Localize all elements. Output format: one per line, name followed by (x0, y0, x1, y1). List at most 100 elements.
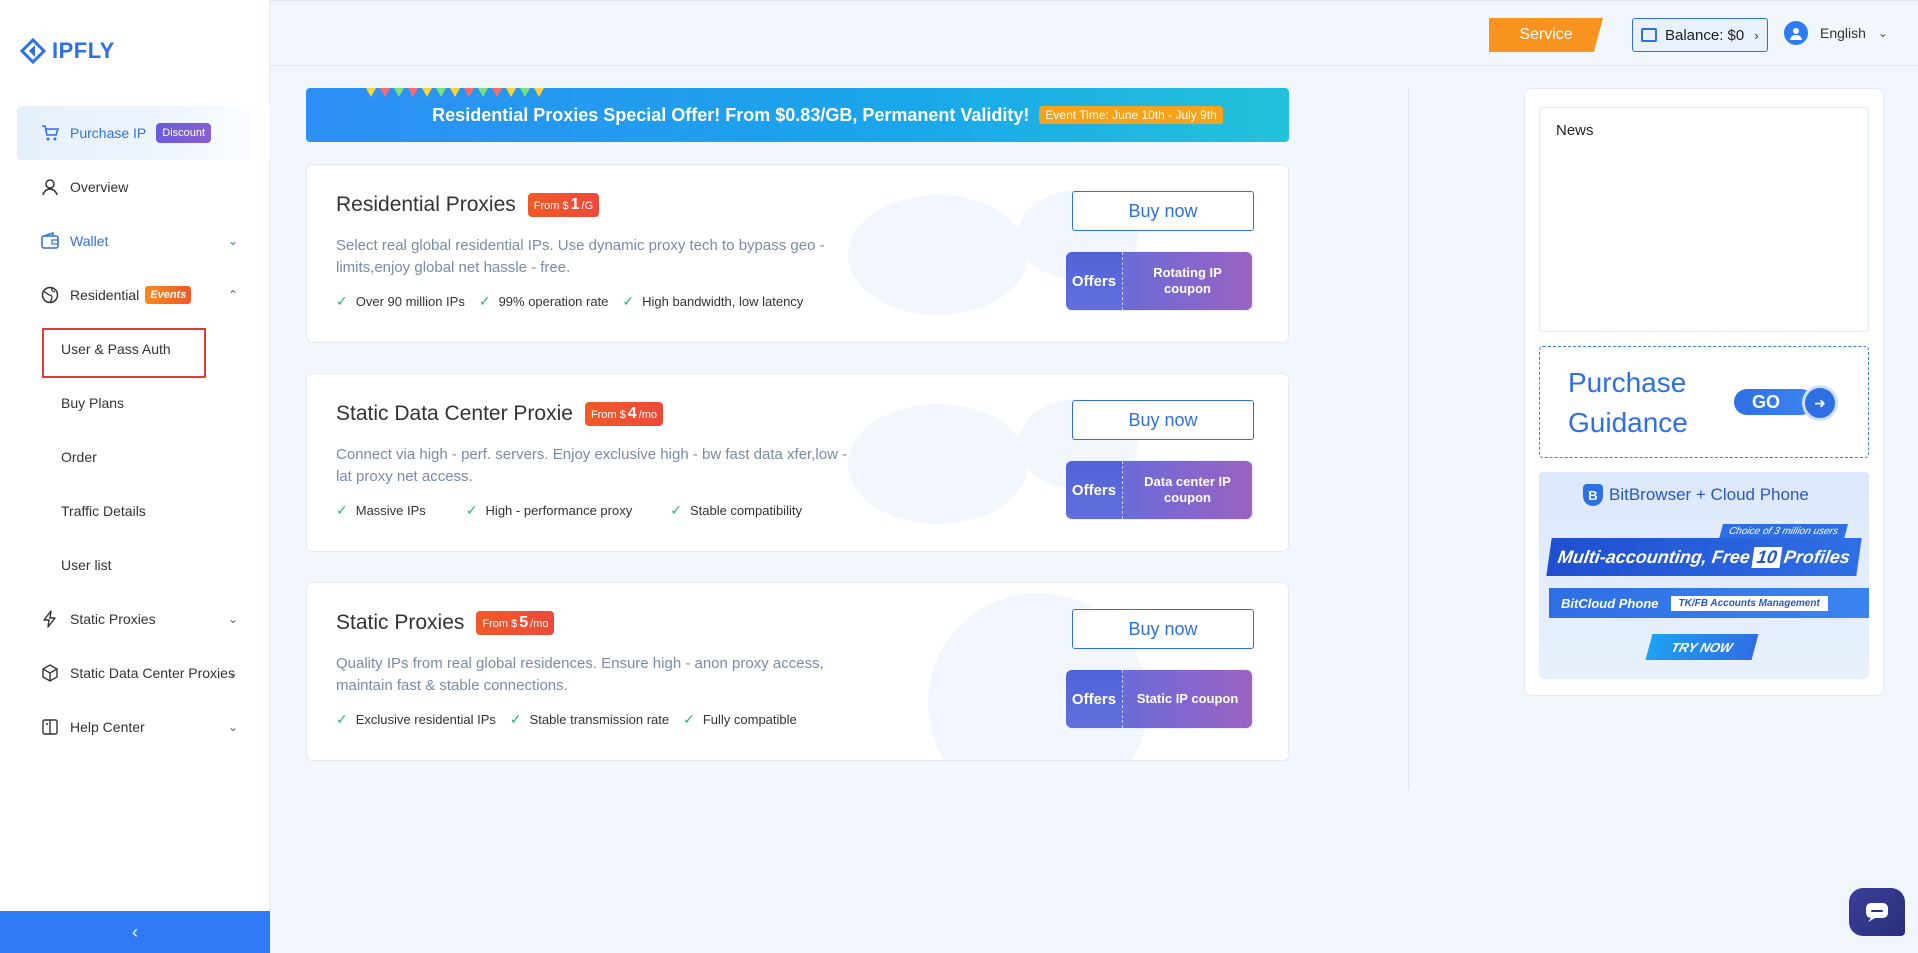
ad-headline-text: Multi-accounting, Free (1556, 546, 1752, 567)
product-card-static-data-center: Static Data Center Proxie From $4/mo Con… (306, 373, 1289, 552)
coupon-button[interactable]: Offers Data center IP coupon (1066, 461, 1252, 519)
column-divider (1408, 88, 1409, 790)
product-card-static: Static Proxies From $5/mo Quality IPs fr… (306, 582, 1289, 761)
sidebar-item-wallet[interactable]: Wallet ⌄ (0, 214, 270, 268)
check-icon: ✓ (336, 502, 348, 518)
top-header: Service Balance: $0 › English ⌄ (270, 0, 1918, 66)
logo[interactable]: IPFLY (20, 38, 115, 64)
product-description: Quality IPs from real global residences.… (336, 655, 824, 694)
sidebar-subitem-user-list[interactable]: User list (0, 538, 270, 592)
sidebar-item-static-proxies[interactable]: Static Proxies ⌄ (0, 592, 270, 646)
sidebar-item-residential[interactable]: Residential Events ⌃ (0, 268, 270, 322)
buy-now-button[interactable]: Buy now (1072, 609, 1254, 649)
sidebar-subitem-traffic-details[interactable]: Traffic Details (0, 484, 270, 538)
check-icon: ✓ (622, 293, 635, 309)
product-title: Residential Proxies From $1/G (336, 193, 600, 217)
ad-subline: BitCloud Phone TK/FB Accounts Management (1549, 588, 1869, 618)
price-value: 5 (519, 614, 529, 631)
bitbrowser-ad[interactable]: B BitBrowser + Cloud Phone Choice of 3 m… (1539, 472, 1869, 679)
ad-brand-label: BitBrowser + Cloud Phone (1609, 485, 1809, 504)
language-selector[interactable]: English ⌄ (1784, 21, 1888, 45)
feature-label: Massive IPs (355, 503, 426, 518)
chevron-right-icon: › (1754, 27, 1759, 43)
product-title: Static Proxies From $5/mo (336, 611, 555, 635)
balance-button[interactable]: Balance: $0 › (1632, 18, 1768, 52)
ad-tagline: Choice of 3 million users (1718, 524, 1848, 539)
book-icon (40, 717, 60, 737)
sidebar-nav: Purchase IP Discount Overview Wallet ⌄ R… (0, 106, 270, 754)
user-icon (40, 177, 60, 197)
feature-item: ✓ Fully compatible (683, 711, 797, 728)
buy-now-button[interactable]: Buy now (1072, 400, 1254, 440)
logo-text: IPFLY (52, 38, 115, 63)
promo-banner[interactable]: Residential Proxies Special Offer! From … (306, 88, 1289, 142)
price-value: 1 (570, 196, 580, 213)
sidebar-item-static-data-center-proxies[interactable]: Static Data Center Proxies ⌄ (0, 646, 270, 700)
feature-list: ✓ Over 90 million IPs ✓ 99% operation rate… (336, 293, 817, 310)
product-description: Connect via high - perf. servers. Enjoy … (336, 446, 848, 485)
check-icon: ✓ (336, 711, 348, 727)
feature-list: ✓ Exclusive residential IPs ✓ Stable trans… (336, 711, 811, 728)
check-icon: ✓ (683, 711, 695, 727)
globe-icon (40, 285, 60, 305)
price-unit: /mo (530, 618, 549, 630)
language-label: English (1820, 25, 1866, 41)
sidebar-subitem-user-pass-auth[interactable]: User & Pass Auth (0, 322, 270, 378)
user-avatar-icon (1784, 21, 1808, 45)
coupon-button[interactable]: Offers Static IP coupon (1066, 670, 1252, 728)
check-icon: ✓ (670, 502, 682, 518)
cube-icon (40, 663, 60, 683)
product-name: Static Data Center Proxie (336, 402, 573, 425)
feature-label: High - performance proxy (485, 503, 633, 518)
chevron-left-icon: ‹ (132, 921, 138, 942)
feature-label: 99% operation rate (498, 294, 609, 309)
sidebar-item-label: Help Center (70, 719, 145, 735)
service-button[interactable]: Service (1489, 18, 1603, 52)
sidebar-subitem-order[interactable]: Order (0, 430, 270, 484)
coupon-label: Rotating IP coupon (1123, 252, 1252, 310)
chevron-down-icon: ⌄ (227, 234, 238, 248)
sidebar-item-label: Static Data Center Proxies (70, 665, 235, 681)
right-panel: News Purchase Guidance GO ➜ B BitBrowser… (1524, 88, 1884, 696)
price-value: 4 (627, 405, 637, 422)
feature-item: ✓ Stable compatibility (670, 502, 802, 519)
chat-button[interactable] (1849, 888, 1905, 936)
coupon-ticket: Offers Static IP coupon (1066, 669, 1254, 729)
ad-brand: B BitBrowser + Cloud Phone (1583, 484, 1809, 506)
banner-title: Residential Proxies Special Offer! From … (432, 104, 1030, 125)
offers-label: Offers (1066, 670, 1123, 728)
ad-headline-text: Profiles (1782, 546, 1852, 567)
coupon-label: Data center IP coupon (1123, 461, 1252, 519)
buy-now-button[interactable]: Buy now (1072, 191, 1254, 231)
ad-headline: Multi-accounting, Free 10 Profiles (1546, 538, 1862, 576)
coupon-button[interactable]: Offers Rotating IP coupon (1066, 252, 1252, 310)
go-button[interactable]: GO ➜ (1734, 385, 1838, 421)
price-prefix: From $ (482, 618, 518, 630)
sidebar-subitem-buy-plans[interactable]: Buy Plans (0, 376, 270, 430)
cart-icon (40, 123, 60, 143)
chevron-down-icon: ⌄ (1877, 26, 1888, 40)
feature-item: ✓ Exclusive residential IPs (336, 711, 496, 728)
product-card-residential: Residential Proxies From $1/G Select rea… (306, 164, 1289, 343)
price-unit: /G (581, 200, 594, 212)
feature-list: ✓ Massive IPs ✓ High - performance proxy ✓… (336, 502, 816, 519)
sidebar-item-purchase-ip[interactable]: Purchase IP Discount (17, 106, 270, 160)
bitbrowser-logo-icon: B (1583, 484, 1603, 506)
bunting-decoration (366, 88, 544, 97)
feature-item: ✓ High bandwidth, low latency (622, 293, 803, 310)
feature-label: High bandwidth, low latency (642, 294, 804, 309)
coupon-ticket: Offers Rotating IP coupon (1066, 251, 1254, 311)
chevron-up-icon: ⌃ (227, 288, 238, 302)
check-icon: ✓ (465, 502, 478, 518)
ad-subline-text: BitCloud Phone (1561, 595, 1659, 611)
feature-label: Fully compatible (702, 712, 797, 727)
feature-label: Stable transmission rate (529, 712, 670, 727)
sidebar-item-overview[interactable]: Overview (0, 160, 270, 214)
events-badge: Events (145, 286, 192, 304)
try-now-button[interactable]: TRY NOW (1645, 634, 1759, 660)
news-title: News (1556, 122, 1594, 139)
sidebar-item-help-center[interactable]: Help Center ⌄ (0, 700, 270, 754)
check-icon: ✓ (336, 293, 348, 309)
sidebar-collapse-button[interactable]: ‹ (0, 911, 270, 953)
feature-label: Stable compatibility (689, 503, 802, 518)
